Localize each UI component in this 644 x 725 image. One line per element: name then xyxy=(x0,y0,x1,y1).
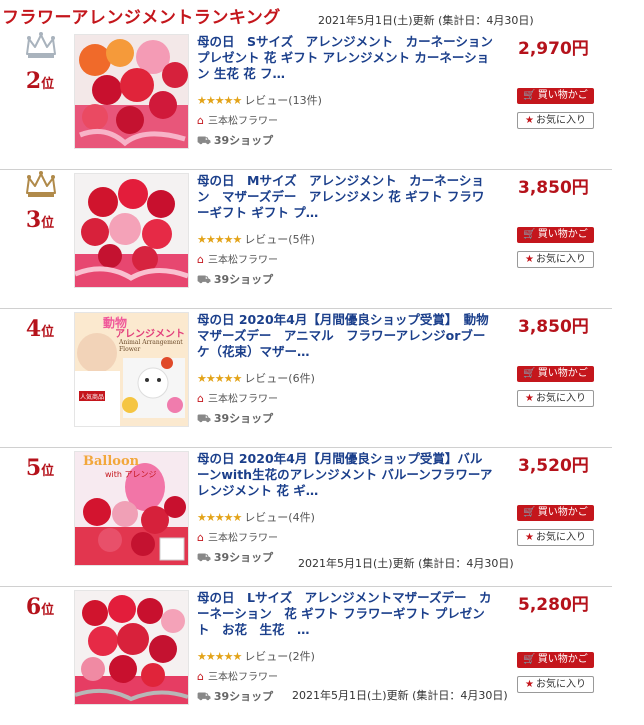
thumb-label: アレンジメント xyxy=(115,329,185,340)
thumb-label: Balloon xyxy=(83,454,140,469)
thumb-label: with アレンジ xyxy=(105,470,157,479)
ranking-item: 6位 母の日 Lサイズ アレンジメントマザーズデー カーネーション 花 ギフト … xyxy=(0,586,612,725)
rank-number: 5位 xyxy=(25,455,55,481)
rating-stars-icon: ★★★★★ xyxy=(197,650,242,663)
rank-number: 4位 xyxy=(25,316,55,342)
ranking-item: 4位 動物 アレンジメント Animal Arrangement Flower … xyxy=(0,308,612,448)
ranking-item: 5位 Balloon with アレンジ 母の日 2020年4月【月間優良ショッ… xyxy=(0,447,612,587)
rating-stars-icon: ★★★★★ xyxy=(197,233,242,246)
favorite-button[interactable]: ★ お気に入り xyxy=(517,529,594,546)
review-summary[interactable]: ★★★★★ レビュー(6件) xyxy=(197,370,315,386)
cart-icon: 🛒 xyxy=(523,229,536,240)
product-image[interactable] xyxy=(74,590,189,705)
thumb-label: Animal Arrangement Flower xyxy=(119,339,183,353)
favorite-button[interactable]: ★ お気に入り xyxy=(517,390,594,407)
cart-icon: 🛒 xyxy=(523,90,536,101)
cart-icon: 🛒 xyxy=(523,507,536,518)
shipping-badge: ⛟ 39ショップ xyxy=(197,273,274,286)
rating-stars-icon: ★★★★★ xyxy=(197,372,242,385)
shop-link[interactable]: ⌂ 三本松フラワー xyxy=(197,251,278,266)
bronze-crown-icon xyxy=(26,171,56,197)
add-to-cart-button[interactable]: 🛒 買い物かご xyxy=(517,652,594,668)
popular-badge: 人気商品 xyxy=(80,394,105,401)
truck-icon: ⛟ xyxy=(197,273,211,286)
review-summary[interactable]: ★★★★★ レビュー(4件) xyxy=(197,509,315,525)
ranking-title: フラワーアレンジメントランキング xyxy=(2,8,281,28)
home-icon: ⌂ xyxy=(197,531,204,544)
star-icon: ★ xyxy=(525,254,534,265)
shop-link[interactable]: ⌂ 三本松フラワー xyxy=(197,390,278,405)
shipping-badge: ⛟ 39ショップ xyxy=(197,551,274,564)
price: 3,850円 xyxy=(518,178,589,198)
star-icon: ★ xyxy=(525,532,534,543)
add-to-cart-button[interactable]: 🛒 買い物かご xyxy=(517,227,594,243)
rank-number: 2位 xyxy=(25,68,55,94)
rank-number: 3位 xyxy=(25,207,55,233)
product-image[interactable]: 動物 アレンジメント Animal Arrangement Flower 人気商… xyxy=(74,312,189,427)
home-icon: ⌂ xyxy=(197,392,204,405)
price: 2,970円 xyxy=(518,39,589,59)
add-to-cart-button[interactable]: 🛒 買い物かご xyxy=(517,88,594,104)
product-image[interactable] xyxy=(74,34,189,149)
home-icon: ⌂ xyxy=(197,253,204,266)
price: 5,280円 xyxy=(518,595,589,615)
product-name-link[interactable]: 母の日 Mサイズ アレンジメント カーネーション マザーズデー アレンジメン 花… xyxy=(197,173,493,221)
shipping-badge: ⛟ 39ショップ xyxy=(197,134,274,147)
product-image[interactable] xyxy=(74,173,189,288)
silver-crown-icon xyxy=(26,32,56,58)
ranking-item: 3位 母の日 Mサイズ アレンジメント カーネーション マザーズデー アレンジメ… xyxy=(0,169,612,309)
cart-icon: 🛒 xyxy=(523,654,536,665)
shipping-badge: ⛟ 39ショップ xyxy=(197,412,274,425)
ranking-header: フラワーアレンジメントランキング 2021年5月1日(土)更新 (集計日：4月3… xyxy=(0,0,644,30)
product-name-link[interactable]: 母の日 Lサイズ アレンジメントマザーズデー カーネーション 花 ギフト フラワ… xyxy=(197,590,493,638)
star-icon: ★ xyxy=(525,679,534,690)
truck-icon: ⛟ xyxy=(197,690,211,703)
shop-link[interactable]: ⌂ 三本松フラワー xyxy=(197,529,278,544)
favorite-button[interactable]: ★ お気に入り xyxy=(517,676,594,693)
favorite-button[interactable]: ★ お気に入り xyxy=(517,251,594,268)
updated-date: 2021年5月1日(土)更新 (集計日：4月30日) xyxy=(292,689,508,702)
updated-date: 2021年5月1日(土)更新 (集計日：4月30日) xyxy=(318,14,534,27)
home-icon: ⌂ xyxy=(197,670,204,683)
truck-icon: ⛟ xyxy=(197,412,211,425)
cart-icon: 🛒 xyxy=(523,368,536,379)
favorite-button[interactable]: ★ お気に入り xyxy=(517,112,594,129)
review-summary[interactable]: ★★★★★ レビュー(5件) xyxy=(197,231,315,247)
price: 3,850円 xyxy=(518,317,589,337)
rating-stars-icon: ★★★★★ xyxy=(197,511,242,524)
add-to-cart-button[interactable]: 🛒 買い物かご xyxy=(517,366,594,382)
updated-date: 2021年5月1日(土)更新 (集計日：4月30日) xyxy=(298,557,514,570)
shop-link[interactable]: ⌂ 三本松フラワー xyxy=(197,112,278,127)
truck-icon: ⛟ xyxy=(197,134,211,147)
add-to-cart-button[interactable]: 🛒 買い物かご xyxy=(517,505,594,521)
star-icon: ★ xyxy=(525,115,534,126)
review-summary[interactable]: ★★★★★ レビュー(2件) xyxy=(197,648,315,664)
truck-icon: ⛟ xyxy=(197,551,211,564)
rating-stars-icon: ★★★★★ xyxy=(197,94,242,107)
rank-number: 6位 xyxy=(25,594,55,620)
ranking-item: 2位 母の日 Sサイズ アレンジメント カーネーションプレゼント 花 ギフト ア… xyxy=(0,30,612,170)
shop-link[interactable]: ⌂ 三本松フラワー xyxy=(197,668,278,683)
product-name-link[interactable]: 母の日 2020年4月【月間優良ショップ受賞】 動物マザーズデー アニマル フラ… xyxy=(197,312,493,360)
price: 3,520円 xyxy=(518,456,589,476)
product-image[interactable]: Balloon with アレンジ xyxy=(74,451,189,566)
product-name-link[interactable]: 母の日 Sサイズ アレンジメント カーネーションプレゼント 花 ギフト アレンジ… xyxy=(197,34,493,82)
product-name-link[interactable]: 母の日 2020年4月【月間優良ショップ受賞】バルーンwith生花のアレンジメン… xyxy=(197,451,493,499)
home-icon: ⌂ xyxy=(197,114,204,127)
star-icon: ★ xyxy=(525,393,534,404)
shipping-badge: ⛟ 39ショップ xyxy=(197,690,274,703)
review-summary[interactable]: ★★★★★ レビュー(13件) xyxy=(197,92,322,108)
